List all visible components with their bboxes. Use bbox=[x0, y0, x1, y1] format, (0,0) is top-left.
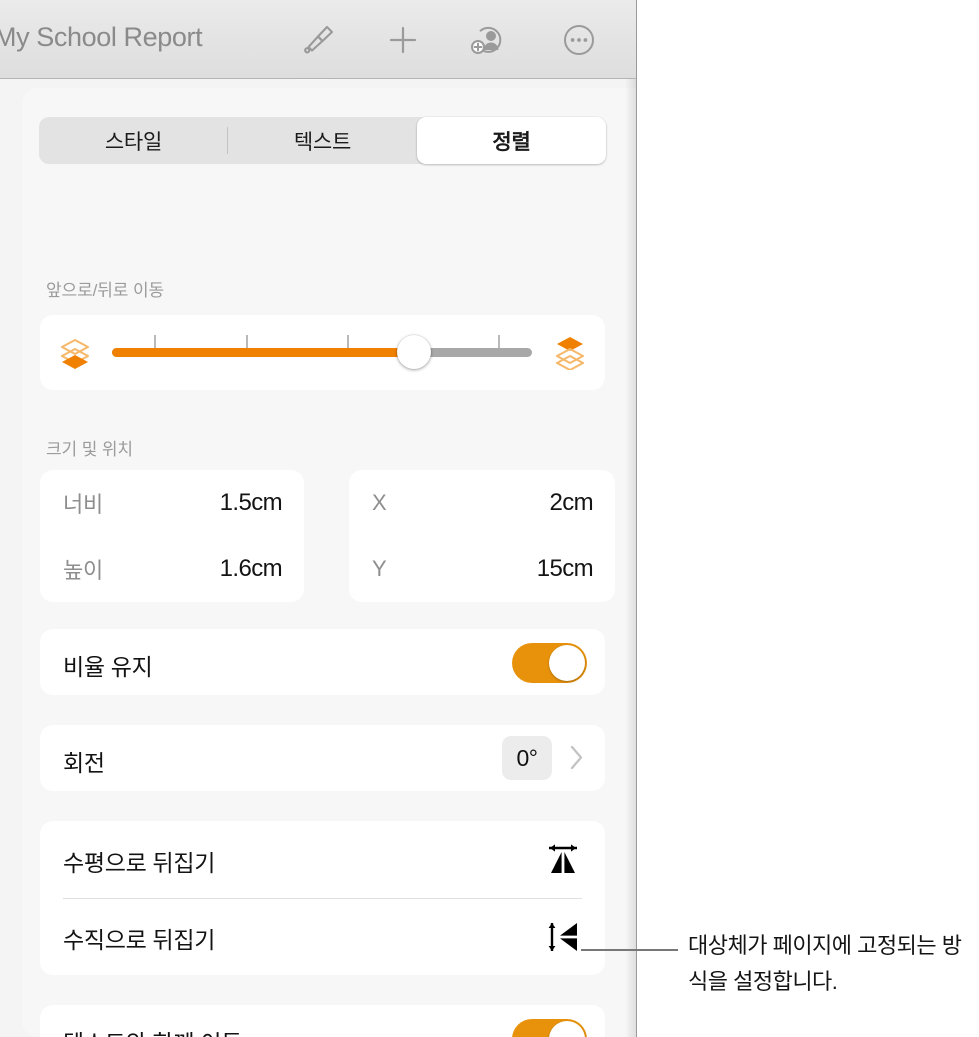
tab-arrange[interactable]: 정렬 bbox=[417, 117, 606, 164]
height-field-row[interactable]: 높이 1.6cm bbox=[40, 536, 304, 602]
collaborate-add-person-icon[interactable] bbox=[462, 14, 514, 66]
format-panel: 스타일 텍스트 정렬 앞으로/뒤로 이동 크기 및 위치 너비 1.5cm 높이… bbox=[22, 88, 637, 1037]
x-value[interactable]: 2cm bbox=[549, 489, 593, 517]
width-field-row[interactable]: 너비 1.5cm bbox=[40, 470, 304, 536]
width-value[interactable]: 1.5cm bbox=[220, 489, 283, 517]
format-popover: 스타일 텍스트 정렬 앞으로/뒤로 이동 크기 및 위치 너비 1.5cm 높이… bbox=[0, 79, 637, 1037]
flip-horizontal-row[interactable]: 수평으로 뒤집기 bbox=[40, 821, 605, 898]
flip-card: 수평으로 뒤집기 수직으로 뒤집기 bbox=[40, 821, 605, 975]
width-label: 너비 bbox=[63, 492, 104, 517]
height-value[interactable]: 1.6cm bbox=[220, 555, 283, 583]
slider-tick bbox=[154, 335, 156, 349]
flip-vertical-row[interactable]: 수직으로 뒤집기 bbox=[40, 898, 605, 975]
tab-arrange-label: 정렬 bbox=[492, 130, 531, 154]
slider-tick bbox=[498, 335, 500, 349]
flip-vertical-icon[interactable] bbox=[543, 918, 583, 956]
height-label: 높이 bbox=[63, 558, 104, 583]
constrain-proportions-row[interactable]: 비율 유지 bbox=[40, 629, 605, 695]
more-ellipsis-icon[interactable] bbox=[553, 14, 605, 66]
panel-shadow bbox=[625, 79, 636, 1037]
document-title: My School Report bbox=[0, 22, 203, 52]
slider-thumb[interactable] bbox=[397, 335, 432, 369]
move-with-text-row[interactable]: 텍스트와 함께 이동 bbox=[40, 1005, 605, 1037]
arrange-slider[interactable] bbox=[112, 315, 532, 390]
size-fields-card: 너비 1.5cm 높이 1.6cm bbox=[40, 470, 304, 602]
tab-text-label: 텍스트 bbox=[293, 130, 352, 154]
constrain-proportions-label: 비율 유지 bbox=[63, 654, 153, 680]
screenshot-root: My School Report 스타일 텍스트 정렬 앞으로/뒤로 이동 크기… bbox=[0, 0, 979, 1037]
size-group-heading: 크기 및 위치 bbox=[46, 440, 133, 459]
layers-send-backward-icon[interactable] bbox=[54, 332, 96, 374]
arrange-group-heading: 앞으로/뒤로 이동 bbox=[46, 281, 165, 300]
move-with-text-label: 텍스트와 함께 이동 bbox=[63, 1024, 242, 1037]
insert-plus-icon[interactable] bbox=[377, 14, 429, 66]
slider-fill bbox=[112, 348, 415, 357]
rotation-label: 회전 bbox=[63, 750, 105, 776]
toggle-knob bbox=[549, 1021, 585, 1037]
popover-arrow bbox=[290, 79, 336, 80]
format-tabs: 스타일 텍스트 정렬 bbox=[39, 117, 606, 164]
constrain-proportions-toggle[interactable] bbox=[512, 643, 587, 683]
flip-horizontal-icon[interactable] bbox=[543, 841, 583, 879]
rotation-value-badge[interactable]: 0° bbox=[502, 736, 552, 780]
flip-horizontal-label: 수평으로 뒤집기 bbox=[63, 850, 216, 876]
tab-text[interactable]: 텍스트 bbox=[228, 117, 417, 164]
callout-text: 대상체가 페이지에 고정되는 방식을 설정합니다. bbox=[688, 933, 962, 994]
slider-ticks bbox=[112, 335, 532, 349]
y-value[interactable]: 15cm bbox=[537, 555, 594, 583]
panel-right-edge bbox=[636, 0, 637, 1037]
format-brush-icon[interactable] bbox=[291, 14, 343, 66]
move-with-text-toggle[interactable] bbox=[512, 1019, 587, 1037]
x-label: X bbox=[372, 490, 387, 515]
chevron-right-icon[interactable] bbox=[570, 745, 583, 770]
x-field-row[interactable]: X 2cm bbox=[349, 470, 615, 536]
arrange-slider-card bbox=[40, 315, 605, 390]
slider-tick bbox=[347, 335, 349, 349]
tab-style[interactable]: 스타일 bbox=[39, 117, 228, 164]
layers-bring-forward-icon[interactable] bbox=[549, 332, 591, 374]
toggle-knob bbox=[549, 645, 585, 681]
tab-style-label: 스타일 bbox=[104, 130, 163, 154]
slider-track[interactable] bbox=[112, 348, 532, 357]
position-fields-card: X 2cm Y 15cm bbox=[349, 470, 615, 602]
callout-leader-line bbox=[581, 949, 678, 951]
app-toolbar: My School Report bbox=[0, 0, 637, 79]
rotation-row[interactable]: 회전 0° bbox=[40, 725, 605, 791]
flip-vertical-label: 수직으로 뒤집기 bbox=[63, 927, 216, 953]
y-label: Y bbox=[372, 556, 387, 581]
slider-tick bbox=[246, 335, 248, 349]
y-field-row[interactable]: Y 15cm bbox=[349, 536, 615, 602]
